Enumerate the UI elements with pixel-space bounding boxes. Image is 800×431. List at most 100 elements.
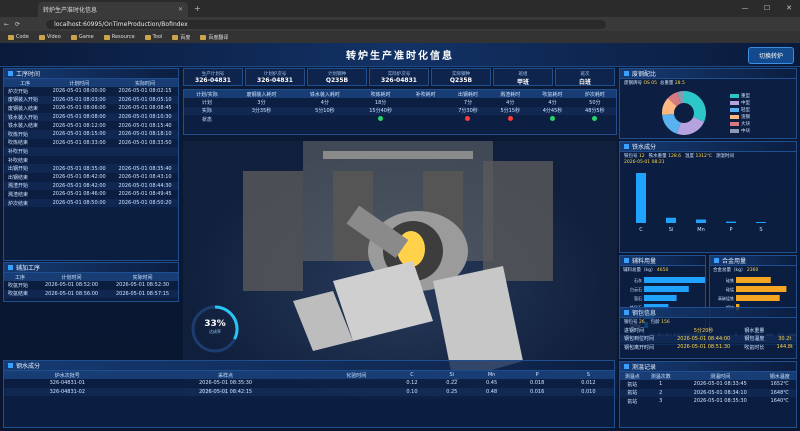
table-row[interactable]: 326-04831-02 2026-05-01 08:42:15 0.10 0.25 0…: [4, 387, 614, 397]
bar[interactable]: [736, 295, 780, 301]
column-header: 计划时间: [36, 273, 108, 281]
column-header: 工序: [4, 79, 47, 87]
bookmark-item[interactable]: Video: [38, 34, 61, 40]
hot-metal-bar-chart: C Si Mn P S: [636, 173, 766, 233]
bar[interactable]: [736, 277, 771, 283]
status-dot-icon: [592, 115, 598, 121]
table-row[interactable]: 废钢装入结束 2026-05-01 08:06:00 2026-05-01 08:0…: [4, 104, 178, 113]
bookmark-item[interactable]: Game: [70, 34, 94, 40]
clock-icon: [8, 71, 13, 76]
column-header: 测温点: [620, 372, 645, 380]
table-row[interactable]: 炉次开始 2026-05-01 08:00:00 2026-05-01 08:02:…: [4, 87, 178, 96]
aux-material-total: 辅料总量（kg） 4650: [620, 266, 705, 274]
summary-label: 测温时间: [715, 154, 734, 159]
switch-converter-button[interactable]: 切换转炉: [748, 47, 794, 64]
table-row[interactable]: 溅渣开始 2026-05-01 08:42:00 2026-05-01 08:44:…: [4, 181, 178, 191]
table-cell: 1652℃: [770, 381, 789, 388]
alloy-total: 合金总量（kg） 2360: [710, 266, 796, 274]
table-row[interactable]: 计划 3分 4分 18分 7分 4分 4分 50分: [184, 98, 616, 107]
pie-slice[interactable]: [684, 91, 706, 122]
table-cell: 0.12: [406, 380, 418, 387]
bookmark-item[interactable]: 百度: [172, 34, 190, 41]
table-row[interactable]: 吹氩结束 2026-05-01 08:56:00 2026-05-01 08:57:…: [4, 289, 178, 299]
info-value: Q235B: [325, 77, 349, 84]
scrap-pie-chart: [662, 91, 706, 135]
bar[interactable]: [736, 286, 787, 292]
y-tick-label: 高碳锰铁: [718, 295, 734, 301]
status-cell: [293, 115, 356, 124]
achievement-sub: 达成率: [209, 329, 221, 334]
column-header: 吹氩耗时: [531, 90, 574, 98]
bar[interactable]: [644, 295, 677, 301]
browser-tab[interactable]: 转炉生产准时化信息 ✕: [38, 2, 188, 17]
bar[interactable]: [666, 217, 676, 223]
x-tick-label: P: [729, 227, 732, 233]
table-cell: 吹氩时长: [744, 344, 765, 351]
info-value: 326-04831: [381, 77, 417, 84]
bookmark-item[interactable]: Code: [8, 34, 29, 40]
alloy-title: 合金用量: [710, 256, 796, 266]
table-cell: 2026-05-01 08:15:40: [118, 122, 172, 129]
column-header: 计划/实际: [184, 90, 230, 98]
table-cell: 补吹结束: [8, 157, 29, 164]
column-header: 采样点: [130, 371, 321, 379]
close-window-icon[interactable]: ✕: [778, 0, 800, 17]
table-row[interactable]: 吹炼开始 2026-05-01 08:15:00 2026-05-01 08:18:…: [4, 129, 178, 139]
scrap-summary: 废钢牌号 OS 05 总重量 28.5: [620, 79, 796, 87]
table-row[interactable]: 吹氩开始 2026-05-01 08:52:00 2026-05-01 08:52:…: [4, 281, 178, 290]
table-cell: 溅渣开始: [4, 181, 47, 191]
table-cell: 钢包离开时间: [624, 344, 655, 351]
bar[interactable]: [636, 173, 646, 223]
table-row[interactable]: 出钢结束 2026-05-01 08:42:00 2026-05-01 08:43:…: [4, 173, 178, 182]
folder-icon: [103, 34, 110, 40]
table-row[interactable]: 补吹结束: [4, 156, 178, 165]
folder-icon: [70, 34, 77, 40]
table-row[interactable]: 氩站 3 2026-05-01 08:35:30 1640℃: [620, 397, 796, 406]
app-root: 转炉生产准时化信息 切换转炉 工序时间 工序 计划时间 实际时间 炉次开始 2026-0…: [0, 43, 800, 431]
table-row[interactable]: 吹炼结束 2026-05-01 08:33:00 2026-05-01 08:33:…: [4, 139, 178, 148]
table-cell: 2026-05-01 08:42:00: [52, 174, 106, 181]
table-row[interactable]: 炉次结束 2026-05-01 08:50:00 2026-05-01 08:50:…: [4, 198, 178, 208]
table-row[interactable]: 326-04831-01 2026-05-01 08:35:30 0.12 0.22 0…: [4, 379, 614, 388]
table-cell: [320, 379, 392, 388]
table-row[interactable]: 补吹开始: [4, 147, 178, 156]
close-tab-icon[interactable]: ✕: [178, 6, 183, 13]
scrap-grade-value: OS 05: [643, 81, 657, 86]
bar[interactable]: [696, 219, 706, 223]
summary-field: 铁水重量 128.6: [649, 153, 681, 159]
back-icon[interactable]: ←: [4, 21, 9, 28]
refresh-icon[interactable]: ⟳: [15, 21, 20, 28]
table-row[interactable]: 溅渣结束 2026-05-01 08:46:00 2026-05-01 08:49:…: [4, 190, 178, 199]
ladle-fields: 钢包号 26 包龄 156: [620, 318, 796, 326]
summary-field: 测温时间: [716, 153, 734, 159]
bookmark-item[interactable]: 百度翻译: [200, 34, 228, 41]
url-input[interactable]: localhost:60995/OnTimeProduction/BofInde…: [46, 19, 607, 29]
bookmark-item[interactable]: Resource: [103, 34, 135, 40]
table-cell: 2026-05-01 08:35:30: [693, 398, 747, 405]
minimize-icon[interactable]: —: [734, 0, 756, 17]
bar[interactable]: [756, 222, 766, 223]
y-tick-label: 萤石: [634, 295, 642, 301]
table-row[interactable]: 出钢开始 2026-05-01 08:35:00 2026-05-01 08:35:…: [4, 164, 178, 173]
table-cell: 铁水装入结束: [8, 123, 39, 130]
maximize-icon[interactable]: ☐: [756, 0, 778, 17]
table-cell: 2026-05-01 08:50:20: [112, 198, 178, 208]
column-header: Mn: [471, 371, 512, 379]
table-row[interactable]: 氩站 2 2026-05-01 08:34:10 1648℃: [620, 388, 796, 398]
bookmark-label: Tool: [152, 34, 163, 40]
column-header: 钢水温度: [763, 372, 796, 380]
table-row[interactable]: 实际 3分35秒 5分10秒 15分40秒 7分30秒 5分15秒 4分45秒 48分5秒: [184, 106, 616, 116]
bar[interactable]: [726, 221, 736, 223]
table-row[interactable]: 铁水装入结束 2026-05-01 08:12:00 2026-05-01 08:1…: [4, 121, 178, 130]
thermometer-icon: [624, 364, 629, 369]
bookmark-item[interactable]: Tool: [144, 34, 163, 40]
bar[interactable]: [644, 277, 718, 283]
bar[interactable]: [644, 286, 689, 292]
info-value: 甲班: [516, 79, 529, 86]
table-row[interactable]: 铁水装入开始 2026-05-01 08:08:00 2026-05-01 08:1…: [4, 112, 178, 122]
new-tab-icon[interactable]: +: [194, 4, 201, 13]
steel-composition-panel: 钢水成分 炉水次批号 采样点 化验时间 C Si Mn P S 326-04831-01 2026…: [3, 360, 615, 428]
x-tick-label: S: [759, 227, 762, 233]
table-row[interactable]: 废钢装入开始 2026-05-01 08:03:00 2026-05-01 08:0…: [4, 95, 178, 105]
table-row[interactable]: 氩站 1 2026-05-01 08:33:45 1652℃: [620, 380, 796, 389]
